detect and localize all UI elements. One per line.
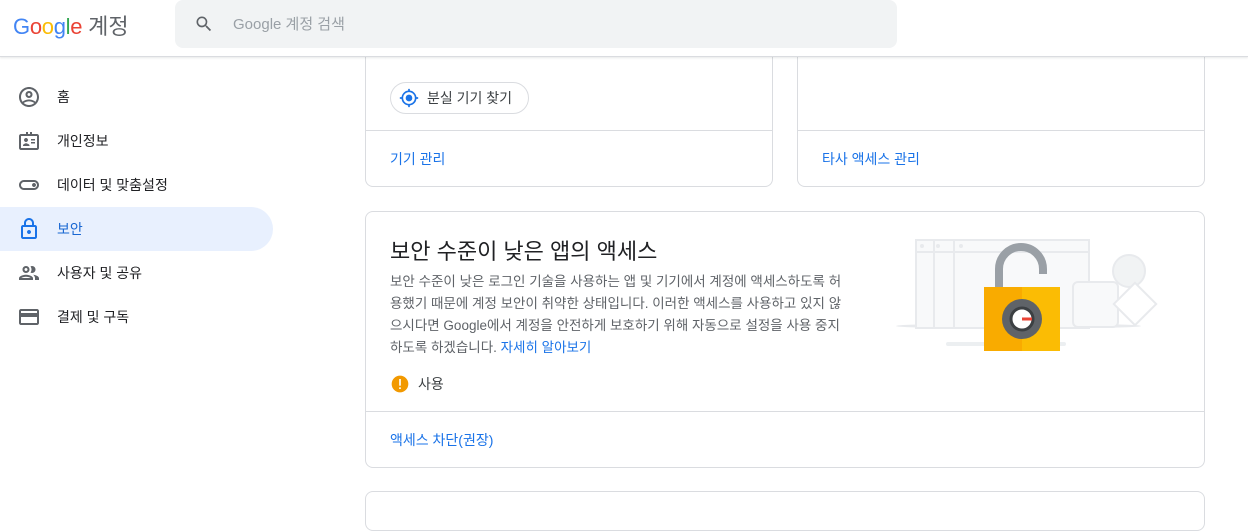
sidebar-nav: 홈 개인정보 데이터 및 맞춤설정 보안 사용자 및 공유 결제 및 구독 bbox=[0, 75, 273, 339]
top-bar: Google 계정 bbox=[0, 0, 1248, 57]
status-label: 사용 bbox=[418, 376, 444, 392]
third-party-card-footer: 타사 액세스 관리 bbox=[798, 130, 1204, 186]
people-icon bbox=[17, 261, 41, 285]
search-bar[interactable] bbox=[175, 0, 897, 48]
learn-more-link[interactable]: 자세히 알아보기 bbox=[501, 340, 592, 355]
sidebar-item-home[interactable]: 홈 bbox=[0, 75, 273, 119]
account-circle-icon bbox=[17, 85, 41, 109]
sidebar-item-label: 홈 bbox=[57, 89, 70, 105]
id-card-icon bbox=[17, 129, 41, 153]
sidebar-item-people-sharing[interactable]: 사용자 및 공유 bbox=[0, 251, 273, 295]
google-logo: Google bbox=[13, 14, 83, 39]
access-status: 사용 bbox=[390, 374, 444, 394]
manage-third-party-access-link[interactable]: 타사 액세스 관리 bbox=[822, 149, 920, 169]
devices-card-footer: 기기 관리 bbox=[366, 130, 772, 186]
sidebar-item-label: 결제 및 구독 bbox=[57, 309, 130, 325]
location-target-icon bbox=[399, 88, 419, 108]
sidebar-item-security[interactable]: 보안 bbox=[0, 207, 273, 251]
card-description: 보안 수준이 낮은 로그인 기술을 사용하는 앱 및 기기에서 계정에 액세스하… bbox=[390, 271, 845, 359]
sidebar-item-label: 사용자 및 공유 bbox=[57, 265, 143, 281]
credit-card-icon bbox=[17, 305, 41, 329]
toggle-icon bbox=[17, 173, 41, 197]
lock-icon bbox=[17, 217, 41, 241]
search-input[interactable] bbox=[233, 15, 833, 33]
next-card bbox=[365, 491, 1205, 531]
google-account-logo[interactable]: Google 계정 bbox=[13, 9, 129, 41]
less-secure-card-footer: 액세스 차단(권장) bbox=[366, 411, 1204, 467]
sidebar-item-payments[interactable]: 결제 및 구독 bbox=[0, 295, 273, 339]
sidebar-item-label: 보안 bbox=[57, 221, 83, 237]
manage-devices-link[interactable]: 기기 관리 bbox=[390, 149, 445, 169]
sidebar-item-label: 개인정보 bbox=[57, 133, 109, 149]
sidebar-item-label: 데이터 및 맞춤설정 bbox=[57, 177, 168, 193]
description-text: 보안 수준이 낮은 로그인 기술을 사용하는 앱 및 기기에서 계정에 액세스하… bbox=[390, 274, 842, 355]
sidebar-item-personal-info[interactable]: 개인정보 bbox=[0, 119, 273, 163]
find-device-label: 분실 기기 찾기 bbox=[427, 90, 513, 106]
block-access-link[interactable]: 액세스 차단(권장) bbox=[390, 430, 493, 450]
find-device-button[interactable]: 분실 기기 찾기 bbox=[390, 82, 530, 114]
sidebar-item-data-personalization[interactable]: 데이터 및 맞춤설정 bbox=[0, 163, 273, 207]
product-name: 계정 bbox=[88, 14, 129, 39]
search-icon[interactable] bbox=[194, 14, 214, 34]
less-secure-app-access-card: 보안 수준이 낮은 앱의 액세스 보안 수준이 낮은 로그인 기술을 사용하는 … bbox=[365, 211, 1205, 468]
card-title: 보안 수준이 낮은 앱의 액세스 bbox=[390, 239, 658, 264]
unlocked-padlock-illustration bbox=[896, 239, 1158, 351]
warning-icon bbox=[391, 375, 409, 393]
